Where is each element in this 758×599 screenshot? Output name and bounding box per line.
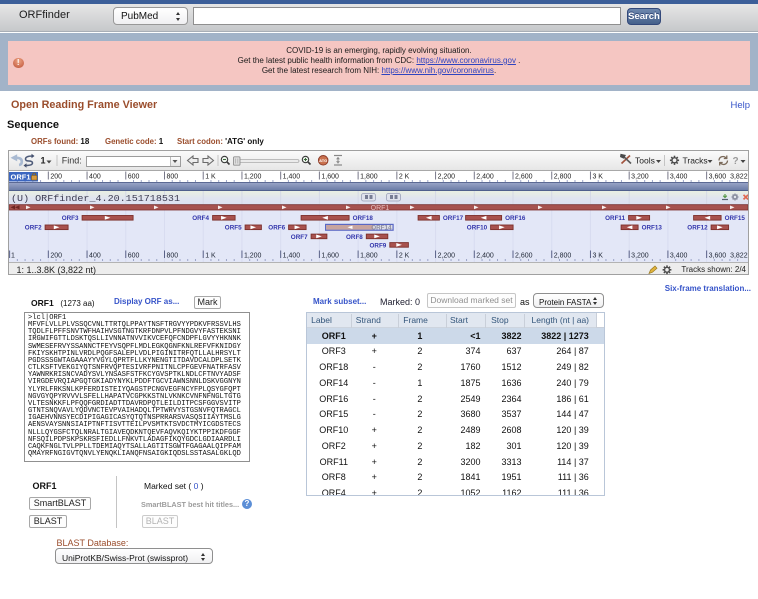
- svg-text:ORF5: ORF5: [225, 225, 242, 232]
- svg-text:2,600: 2,600: [515, 174, 533, 181]
- svg-text:800: 800: [166, 174, 178, 181]
- svg-text:ORF12: ORF12: [687, 225, 708, 232]
- svg-text:1,800: 1,800: [360, 253, 378, 260]
- svg-text:ORF2: ORF2: [25, 225, 42, 232]
- svg-text:ORF10: ORF10: [467, 225, 488, 232]
- svg-text:3,400: 3,400: [670, 253, 688, 260]
- svg-text:ORF16: ORF16: [505, 215, 526, 222]
- svg-text:ORF14: ORF14: [371, 225, 392, 232]
- svg-text:2 K: 2 K: [399, 253, 410, 260]
- svg-text:2,800: 2,800: [554, 174, 572, 181]
- svg-text:3,200: 3,200: [631, 253, 649, 260]
- svg-text:ORF1: ORF1: [11, 173, 31, 182]
- svg-text:1,600: 1,600: [321, 253, 339, 260]
- svg-text:1: 1: [11, 253, 15, 260]
- svg-text:?: ?: [733, 156, 739, 167]
- svg-text:2 K: 2 K: [399, 174, 410, 181]
- svg-text:3,600: 3,600: [709, 253, 727, 260]
- svg-text:2,800: 2,800: [554, 253, 572, 260]
- svg-text:ORF9: ORF9: [370, 242, 387, 249]
- svg-text:ORF11: ORF11: [605, 215, 625, 222]
- svg-text:2,200: 2,200: [438, 174, 456, 181]
- svg-text:ORF15: ORF15: [725, 215, 746, 222]
- svg-text:(U) ORFfinder_4.20.151718531: (U) ORFfinder_4.20.151718531: [11, 193, 180, 204]
- svg-text:3,200: 3,200: [631, 174, 649, 181]
- svg-text:ORF18: ORF18: [353, 215, 374, 222]
- svg-text:ORF4: ORF4: [192, 215, 209, 222]
- svg-text:ORF13: ORF13: [642, 225, 663, 232]
- svg-text:3 K: 3 K: [592, 174, 603, 181]
- svg-text:1,200: 1,200: [244, 253, 262, 260]
- svg-text:2,400: 2,400: [476, 174, 494, 181]
- svg-text:1,400: 1,400: [283, 174, 301, 181]
- svg-text:3,400: 3,400: [670, 174, 688, 181]
- svg-text:1 K: 1 K: [205, 174, 216, 181]
- svg-text:3 K: 3 K: [592, 253, 603, 260]
- svg-text:3,822: 3,822: [730, 174, 748, 181]
- svg-text:3,822: 3,822: [730, 253, 748, 260]
- svg-text:1,600: 1,600: [321, 174, 339, 181]
- svg-text:ORF7: ORF7: [291, 234, 308, 241]
- svg-text:2,600: 2,600: [515, 253, 533, 260]
- svg-text:200: 200: [50, 253, 62, 260]
- svg-text:Tools: Tools: [635, 156, 655, 166]
- svg-text:ORF1: ORF1: [371, 205, 390, 212]
- svg-text:3,600: 3,600: [709, 174, 727, 181]
- svg-text:600: 600: [128, 253, 140, 260]
- svg-text:1,800: 1,800: [360, 174, 378, 181]
- svg-text:600: 600: [128, 174, 140, 181]
- svg-text:400: 400: [89, 174, 101, 181]
- svg-text:2,400: 2,400: [476, 253, 494, 260]
- svg-text:200: 200: [50, 174, 62, 181]
- svg-text:1,400: 1,400: [283, 253, 301, 260]
- svg-text:ORF3: ORF3: [62, 215, 79, 222]
- svg-text:800: 800: [166, 253, 178, 260]
- svg-text:2,200: 2,200: [438, 253, 456, 260]
- svg-text:ORF17: ORF17: [443, 215, 464, 222]
- svg-text:1,200: 1,200: [244, 174, 262, 181]
- svg-text:1 K: 1 K: [205, 253, 216, 260]
- svg-text:ORF8: ORF8: [346, 234, 363, 241]
- svg-text:400: 400: [89, 253, 101, 260]
- svg-text:ATG: ATG: [319, 158, 327, 163]
- svg-text:Tracks: Tracks: [683, 156, 708, 166]
- svg-text:ORF6: ORF6: [268, 225, 285, 232]
